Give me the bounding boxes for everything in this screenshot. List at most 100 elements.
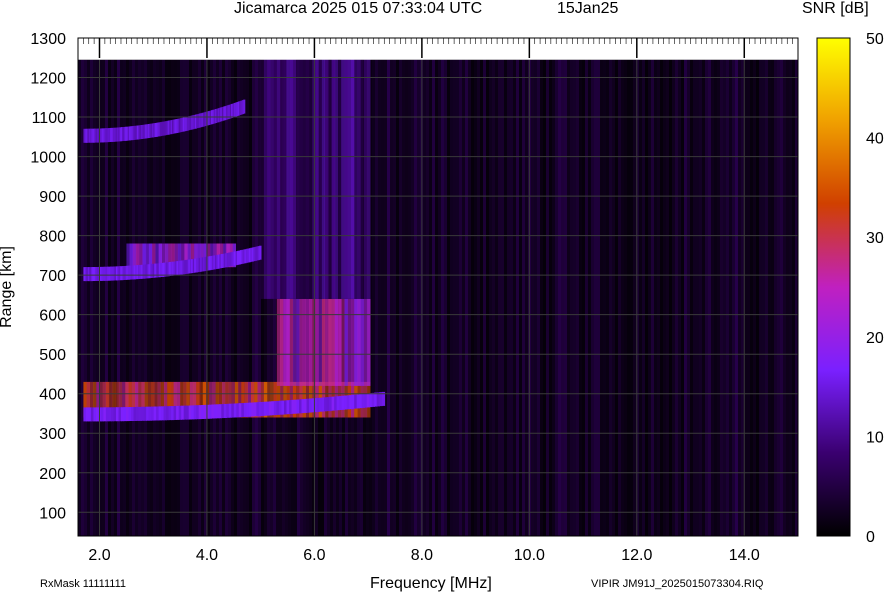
echo-cell (338, 298, 342, 386)
noise-column (552, 59, 555, 536)
echo-cell (360, 298, 364, 386)
noise-column (627, 59, 630, 536)
colorbar-tick-label: 30 (866, 230, 884, 247)
y-tick-label: 500 (39, 347, 66, 364)
noise-column (738, 59, 741, 536)
noise-column (450, 59, 453, 536)
y-tick-label: 700 (39, 268, 66, 285)
echo-cell (325, 57, 329, 299)
echo-cell (296, 57, 300, 299)
noise-column (786, 59, 789, 536)
echo-cell (286, 57, 290, 299)
noise-column (546, 59, 549, 536)
echo-cell (263, 57, 268, 299)
noise-column (495, 59, 498, 536)
noise-column (597, 59, 600, 536)
noise-column (648, 59, 651, 536)
noise-column (747, 59, 750, 536)
echo-cell (267, 57, 271, 299)
noise-column (750, 59, 753, 536)
noise-column (378, 59, 381, 536)
noise-column (729, 59, 732, 536)
echo-cell (292, 57, 297, 299)
noise-column (249, 59, 252, 536)
echo-cell (302, 57, 306, 299)
noise-column (612, 59, 615, 536)
noise-column (519, 59, 522, 536)
noise-column (756, 59, 759, 536)
noise-column (768, 59, 771, 536)
noise-column (624, 59, 627, 536)
echo-cell (338, 57, 342, 299)
echo-cell (315, 298, 319, 386)
noise-column (381, 59, 384, 536)
noise-column (621, 59, 624, 536)
noise-column (711, 59, 714, 536)
noise-column (618, 59, 621, 536)
echo-cell (292, 298, 297, 386)
noise-column (516, 59, 519, 536)
echo-cell (299, 57, 303, 299)
echo-cell (321, 298, 326, 386)
noise-column (213, 59, 216, 536)
noise-column (540, 59, 543, 536)
noise-column (390, 59, 393, 536)
echo-cell (132, 243, 137, 268)
noise-column (555, 59, 558, 536)
y-tick-label: 1000 (30, 150, 66, 167)
echo-cell (344, 298, 348, 386)
y-tick-label: 100 (39, 505, 66, 522)
chart-date: 15Jan25 (557, 0, 619, 17)
echo-cell (289, 298, 294, 386)
colorbar-label: SNR [dB] (802, 0, 869, 17)
noise-column (594, 59, 597, 536)
noise-column (465, 59, 468, 536)
echo-cell (328, 57, 332, 299)
noise-column (222, 59, 225, 536)
noise-column (789, 59, 792, 536)
noise-column (780, 59, 783, 536)
echo-cell (305, 57, 310, 299)
noise-column (447, 59, 450, 536)
noise-column (243, 59, 246, 536)
noise-column (702, 59, 705, 536)
echo-cell (305, 298, 310, 386)
colorbar-tick-label: 20 (866, 330, 884, 347)
noise-column (765, 59, 768, 536)
noise-column (561, 59, 564, 536)
echo-cell (367, 57, 371, 299)
noise-column (573, 59, 576, 536)
y-tick-label: 1200 (30, 71, 66, 88)
noise-column (504, 59, 507, 536)
noise-column (375, 59, 378, 536)
echo-cell (309, 298, 313, 386)
noise-column (708, 59, 711, 536)
noise-column (771, 59, 774, 536)
noise-column (693, 59, 696, 536)
rxmask-label: RxMask 11111111 (40, 578, 127, 590)
echo-cell (325, 298, 329, 386)
noise-column (642, 59, 645, 536)
echo-cell (260, 57, 265, 299)
noise-column (666, 59, 669, 536)
noise-column (717, 59, 720, 536)
noise-column (609, 59, 612, 536)
noise-column (255, 59, 258, 536)
noise-column (678, 59, 681, 536)
noise-column (453, 59, 456, 536)
echo-cell (363, 298, 368, 386)
echo-cell (351, 57, 355, 299)
noise-column (489, 59, 492, 536)
noise-column (414, 59, 417, 536)
noise-column (393, 59, 396, 536)
noise-column (237, 59, 240, 536)
echo-cell (286, 298, 290, 386)
y-tick-label: 800 (39, 229, 66, 246)
noise-column (606, 59, 609, 536)
noise-column (396, 59, 399, 536)
echo-cell (273, 57, 277, 299)
noise-column (567, 59, 570, 536)
noise-column (660, 59, 663, 536)
chart-title: Jicamarca 2025 015 07:33:04 UTC (234, 0, 483, 17)
noise-column (735, 59, 738, 536)
